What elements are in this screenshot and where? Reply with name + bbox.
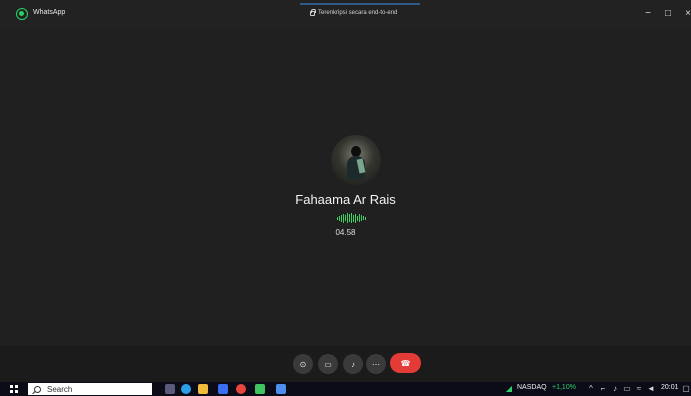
stock-change: +1,10% — [552, 384, 576, 391]
taskbar-search-box[interactable]: Search — [28, 383, 152, 395]
video-button[interactable]: ▭ — [318, 354, 338, 374]
notification-icon[interactable]: ▢ — [682, 385, 690, 393]
whatsapp-taskbar-icon[interactable] — [255, 384, 265, 394]
whatsapp-icon — [16, 8, 28, 20]
end-call-button[interactable]: ☎ — [390, 353, 421, 373]
window-title-bar: WhatsApp Terenkripsi secara end-to-end −… — [0, 0, 691, 28]
call-controls-bar: ⊙ ▭ ♪ ⋯ ☎ — [0, 346, 691, 382]
more-options-button[interactable]: ⋯ — [366, 354, 386, 374]
more-icon: ⋯ — [372, 359, 380, 369]
battery-icon[interactable]: ▭ — [623, 385, 631, 393]
call-duration: 04.58 — [335, 228, 356, 237]
edge-browser-icon[interactable] — [181, 384, 191, 394]
app-title: WhatsApp — [33, 9, 66, 16]
file-explorer-icon[interactable] — [198, 384, 208, 394]
microphone-tray-icon[interactable]: ♪ — [611, 385, 619, 393]
stock-label: NASDAQ — [517, 384, 547, 391]
maximize-button[interactable]: □ — [659, 7, 677, 21]
microphone-button[interactable]: ♪ — [343, 354, 363, 374]
microphone-icon: ♪ — [351, 359, 355, 369]
phone-hangup-icon: ☎ — [400, 358, 411, 368]
store-icon[interactable] — [218, 384, 228, 394]
minimize-button[interactable]: − — [639, 7, 657, 21]
voice-activity-indicator — [337, 213, 373, 223]
mail-icon[interactable] — [276, 384, 286, 394]
volume-icon[interactable]: ◄ — [647, 385, 655, 393]
close-button[interactable]: × — [679, 7, 691, 21]
share-screen-icon: ⊙ — [299, 359, 307, 369]
contact-name: Fahaama Ar Rais — [295, 192, 396, 207]
contact-avatar — [331, 135, 381, 185]
encryption-text: Terenkripsi secara end-to-end — [318, 10, 398, 16]
call-screen: Fahaama Ar Rais 04.58 — [0, 28, 691, 346]
search-icon — [34, 385, 41, 393]
task-view-icon[interactable] — [165, 384, 175, 394]
windows-taskbar: Search ◢ NASDAQ +1,10% ^ ⌐ ♪ ▭ ≈ ◄ 20:01… — [0, 382, 691, 396]
network-icon[interactable]: ⌐ — [599, 385, 607, 393]
share-screen-button[interactable]: ⊙ — [293, 354, 313, 374]
clock: 20:01 — [661, 384, 679, 391]
title-bar-accent — [300, 3, 420, 5]
chevron-up-icon[interactable]: ^ — [587, 385, 595, 393]
search-label: Search — [47, 384, 73, 394]
wifi-icon[interactable]: ≈ — [635, 385, 643, 393]
encryption-indicator: Terenkripsi secara end-to-end — [310, 8, 398, 16]
lock-icon — [310, 8, 316, 16]
opera-icon[interactable] — [236, 384, 246, 394]
stock-trend-icon: ◢ — [505, 384, 513, 393]
camera-off-icon: ▭ — [324, 359, 332, 369]
windows-start-icon[interactable] — [10, 385, 18, 393]
